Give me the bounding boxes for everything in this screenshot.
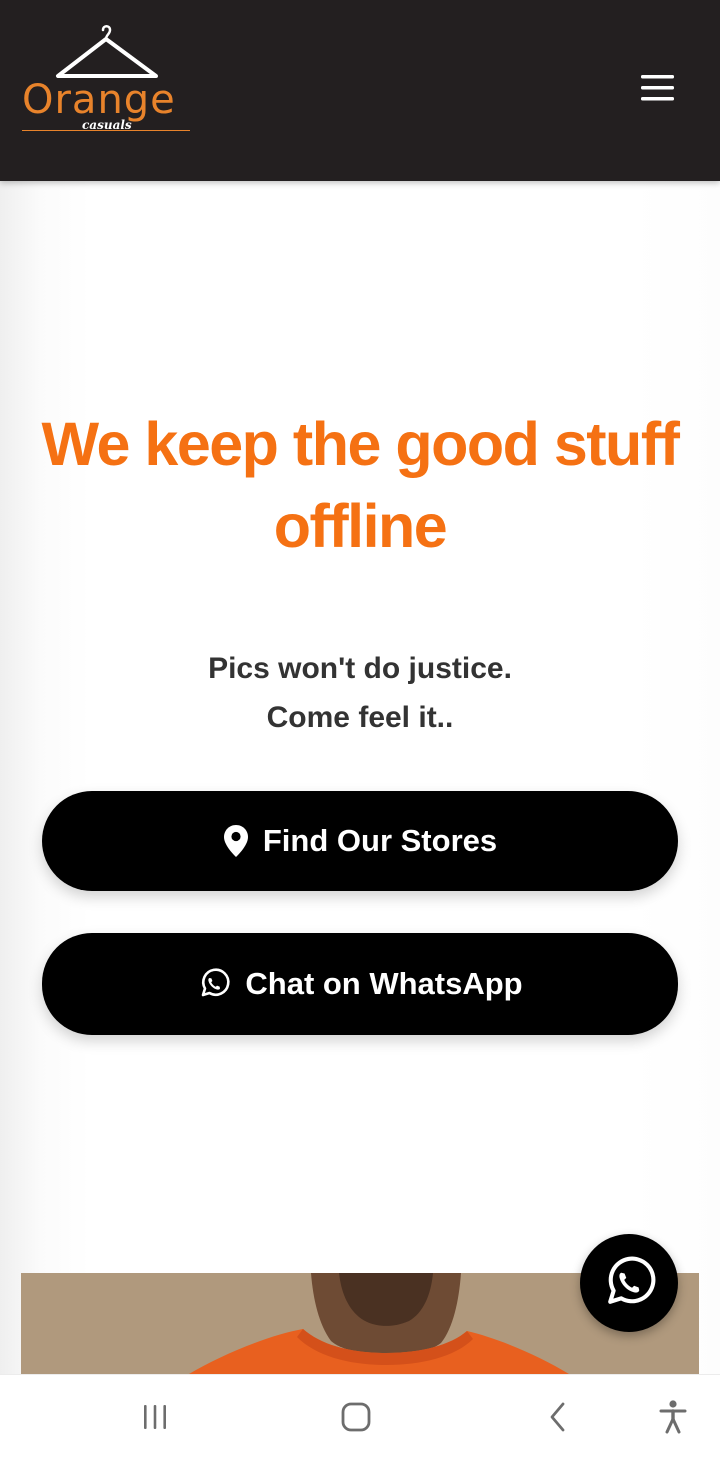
recent-apps-button[interactable] bbox=[130, 1395, 180, 1439]
hamburger-menu-icon bbox=[641, 75, 674, 101]
system-navigation-bar bbox=[0, 1374, 720, 1459]
home-icon bbox=[341, 1402, 371, 1432]
chat-whatsapp-button[interactable]: Chat on WhatsApp bbox=[42, 933, 678, 1035]
hero-subline-2: Come feel it.. bbox=[266, 701, 454, 734]
whatsapp-icon bbox=[202, 968, 230, 997]
site-header: Orange casuals bbox=[0, 0, 720, 181]
logo-underline bbox=[22, 130, 190, 131]
accessibility-button[interactable] bbox=[648, 1395, 698, 1439]
chat-whatsapp-label: Chat on WhatsApp bbox=[245, 966, 523, 1001]
brand-logo[interactable]: Orange casuals bbox=[20, 24, 195, 139]
brand-wordmark: Orange bbox=[22, 77, 176, 123]
hero-subline-1: Pics won't do justice. bbox=[208, 652, 512, 685]
whatsapp-icon bbox=[608, 1256, 656, 1304]
accessibility-icon bbox=[659, 1400, 687, 1434]
home-button[interactable] bbox=[331, 1395, 381, 1439]
floating-whatsapp-button[interactable] bbox=[580, 1234, 678, 1332]
back-button[interactable] bbox=[533, 1395, 583, 1439]
hamburger-menu-button[interactable] bbox=[632, 66, 682, 110]
hero-section: We keep the good stuff offline Pics won'… bbox=[0, 181, 720, 1374]
recent-apps-icon bbox=[144, 1405, 166, 1429]
hero-headline: We keep the good stuff offline bbox=[41, 410, 680, 560]
find-stores-label: Find Our Stores bbox=[262, 823, 498, 858]
back-icon bbox=[550, 1402, 565, 1432]
find-stores-button[interactable]: Find Our Stores bbox=[42, 791, 678, 891]
hanger-icon bbox=[56, 25, 158, 78]
map-pin-icon bbox=[223, 825, 248, 857]
